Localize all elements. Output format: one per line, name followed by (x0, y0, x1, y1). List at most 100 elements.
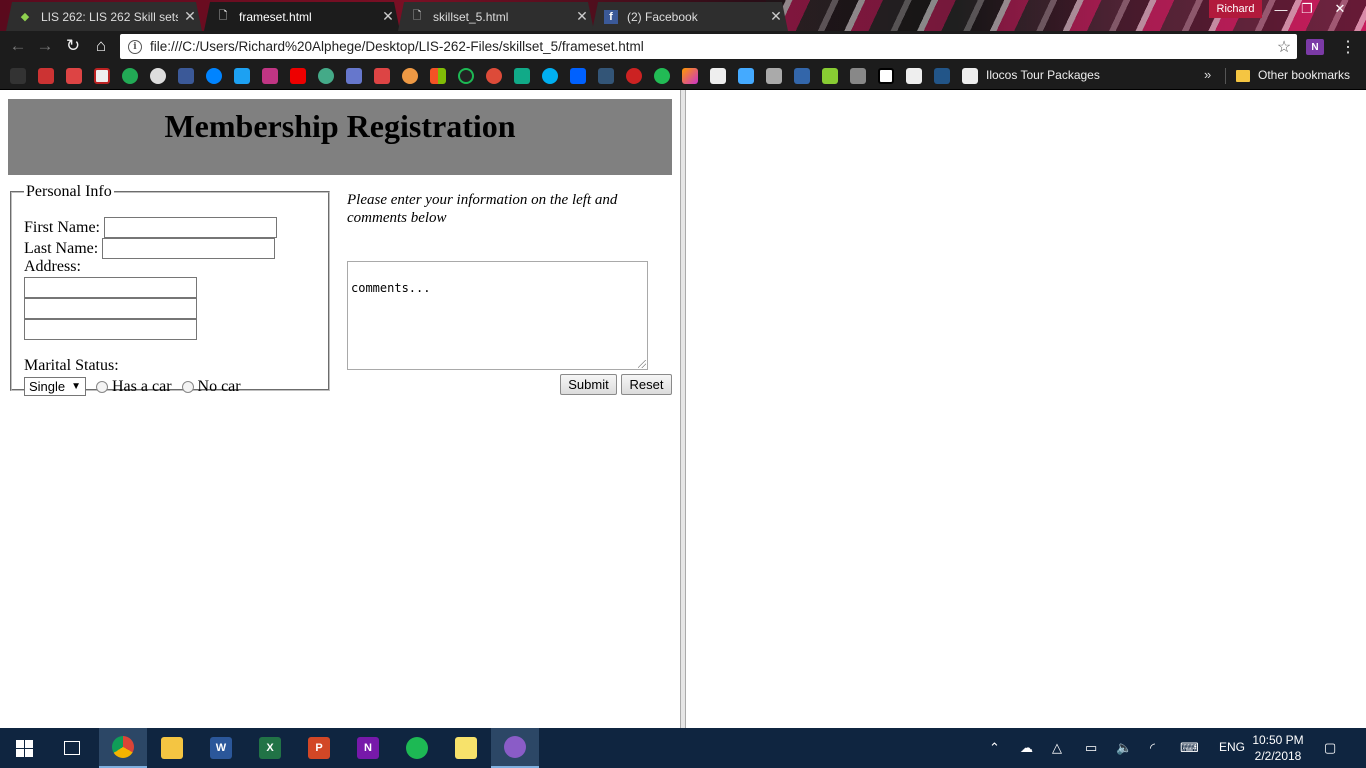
drive-icon[interactable]: △ (1052, 740, 1062, 756)
taskbar-chrome[interactable] (99, 728, 147, 768)
volume-icon[interactable]: 🔈 (1116, 740, 1132, 756)
twitter-icon[interactable] (234, 68, 250, 84)
restore-button[interactable]: ❐ (1292, 0, 1322, 18)
has-car-radio[interactable] (96, 380, 108, 393)
facebook-icon[interactable] (178, 68, 194, 84)
last-name-label: Last Name: (24, 239, 99, 257)
clock[interactable]: 10:50 PM 2/2/2018 (1252, 732, 1304, 764)
taskbar-onenote[interactable]: N (344, 728, 392, 768)
address-url[interactable]: file:///C:/Users/Richard%20Alphege/Deskt… (150, 39, 1271, 54)
taskbar-powerpoint[interactable]: P (295, 728, 343, 768)
google-plus-icon[interactable] (486, 68, 502, 84)
bookmark-icon[interactable] (766, 68, 782, 84)
wifi-icon[interactable]: ◜ (1150, 740, 1155, 756)
select-value: Single (29, 379, 66, 394)
taskbar-word[interactable]: W (197, 728, 245, 768)
language-indicator[interactable]: ENG (1219, 740, 1245, 754)
bookmarks-bar: Ilocos Tour Packages » Other bookmarks (0, 62, 1366, 90)
taskbar-spotify[interactable] (393, 728, 441, 768)
tab-frameset[interactable]: 🗋 frameset.html ✕ (204, 2, 400, 31)
bookmark-icon[interactable] (318, 68, 334, 84)
gmail-icon[interactable] (374, 68, 390, 84)
instagram-icon[interactable] (262, 68, 278, 84)
forward-button[interactable]: → (34, 35, 56, 57)
last-name-input[interactable] (102, 238, 276, 259)
close-window-button[interactable]: ✕ (1325, 0, 1355, 18)
close-icon[interactable]: ✕ (570, 8, 594, 25)
profile-button[interactable]: Richard (1209, 0, 1262, 18)
bookmark-icon[interactable] (626, 68, 642, 84)
taskbar-sticky-notes[interactable] (442, 728, 490, 768)
tab-facebook[interactable]: f (2) Facebook ✕ (592, 2, 788, 31)
tab-lis262[interactable]: ◆ LIS 262: LIS 262 Skill sets ✕ (6, 2, 202, 31)
address-line-2-input[interactable] (24, 298, 197, 319)
bookmark-icon[interactable] (346, 68, 362, 84)
bookmarks-overflow-button[interactable]: » (1204, 67, 1211, 82)
menu-icon[interactable]: ⋮ (1340, 37, 1356, 57)
resize-grip-icon[interactable] (638, 360, 646, 368)
first-name-label: First Name: (24, 218, 100, 236)
submit-button[interactable]: Submit (560, 374, 617, 395)
info-icon[interactable]: i (128, 39, 142, 54)
messenger-icon[interactable] (206, 68, 222, 84)
bookmark-icon[interactable] (94, 68, 110, 84)
home-button[interactable]: ⌂ (90, 35, 112, 57)
document-icon: 🗋 (412, 10, 422, 22)
spotify-icon[interactable] (458, 68, 474, 84)
notifications-icon[interactable]: ▢ (1324, 740, 1336, 756)
battery-icon[interactable]: ▭ (1085, 740, 1097, 756)
comments-textarea[interactable]: comments... (347, 261, 648, 370)
show-hidden-icons-icon[interactable]: ⌃ (989, 740, 1000, 756)
bookmark-icon[interactable] (514, 68, 530, 84)
bookmarks-separator (1225, 68, 1226, 84)
back-button[interactable]: ← (7, 35, 29, 57)
address-bar[interactable]: i file:///C:/Users/Richard%20Alphege/Des… (120, 34, 1297, 59)
bookmark-icon[interactable] (934, 68, 950, 84)
bookmark-icon[interactable] (906, 68, 922, 84)
no-car-radio[interactable] (181, 380, 194, 393)
bookmark-icon[interactable] (598, 68, 614, 84)
skype-icon[interactable] (542, 68, 558, 84)
close-icon[interactable]: ✕ (178, 8, 202, 25)
bookmark-icon[interactable] (122, 68, 138, 84)
first-name-input[interactable] (104, 217, 277, 238)
chrome-icon[interactable] (402, 68, 418, 84)
onenote-extension-icon[interactable]: N (1306, 39, 1324, 55)
close-icon[interactable]: ✕ (376, 8, 400, 25)
bookmark-ilocos[interactable]: Ilocos Tour Packages (986, 68, 1100, 82)
microsoft-icon[interactable] (430, 68, 446, 84)
taskbar-excel[interactable]: X (246, 728, 294, 768)
reset-button[interactable]: Reset (621, 374, 672, 395)
document-icon[interactable] (710, 68, 726, 84)
github-icon[interactable] (150, 68, 166, 84)
shield-icon[interactable] (738, 68, 754, 84)
address-line-3-input[interactable] (24, 319, 197, 340)
bookmark-icon[interactable] (850, 68, 866, 84)
start-button[interactable] (0, 728, 48, 768)
gmail-icon[interactable] (66, 68, 82, 84)
bookmark-icon[interactable] (878, 68, 894, 84)
bookmark-icon[interactable] (654, 68, 670, 84)
taskbar-app[interactable] (491, 728, 539, 768)
task-view-icon (64, 741, 80, 755)
task-view-button[interactable] (48, 728, 96, 768)
youtube-icon[interactable] (290, 68, 306, 84)
bookmark-icon[interactable] (822, 68, 838, 84)
keyboard-icon[interactable]: ⌨ (1180, 740, 1199, 756)
other-bookmarks[interactable]: Other bookmarks (1258, 68, 1350, 82)
gmail-icon[interactable] (38, 68, 54, 84)
document-icon[interactable] (962, 68, 978, 84)
address-line-1-input[interactable] (24, 277, 197, 298)
dropbox-icon[interactable] (570, 68, 586, 84)
bookmark-icon[interactable] (10, 68, 26, 84)
reload-button[interactable]: ↻ (62, 35, 84, 57)
chrome-icon (112, 736, 134, 758)
browser-toolbar: ← → ↻ ⌂ i file:///C:/Users/Richard%20Alp… (0, 31, 1366, 62)
taskbar-file-explorer[interactable] (148, 728, 196, 768)
bookmark-star-icon[interactable]: ☆ (1271, 37, 1297, 57)
onedrive-icon[interactable]: ☁ (1020, 740, 1033, 756)
bookmark-icon[interactable] (682, 68, 698, 84)
bookmark-icon[interactable] (794, 68, 810, 84)
marital-status-select[interactable]: Single ▼ (24, 377, 86, 396)
tab-skillset[interactable]: 🗋 skillset_5.html ✕ (398, 2, 594, 31)
